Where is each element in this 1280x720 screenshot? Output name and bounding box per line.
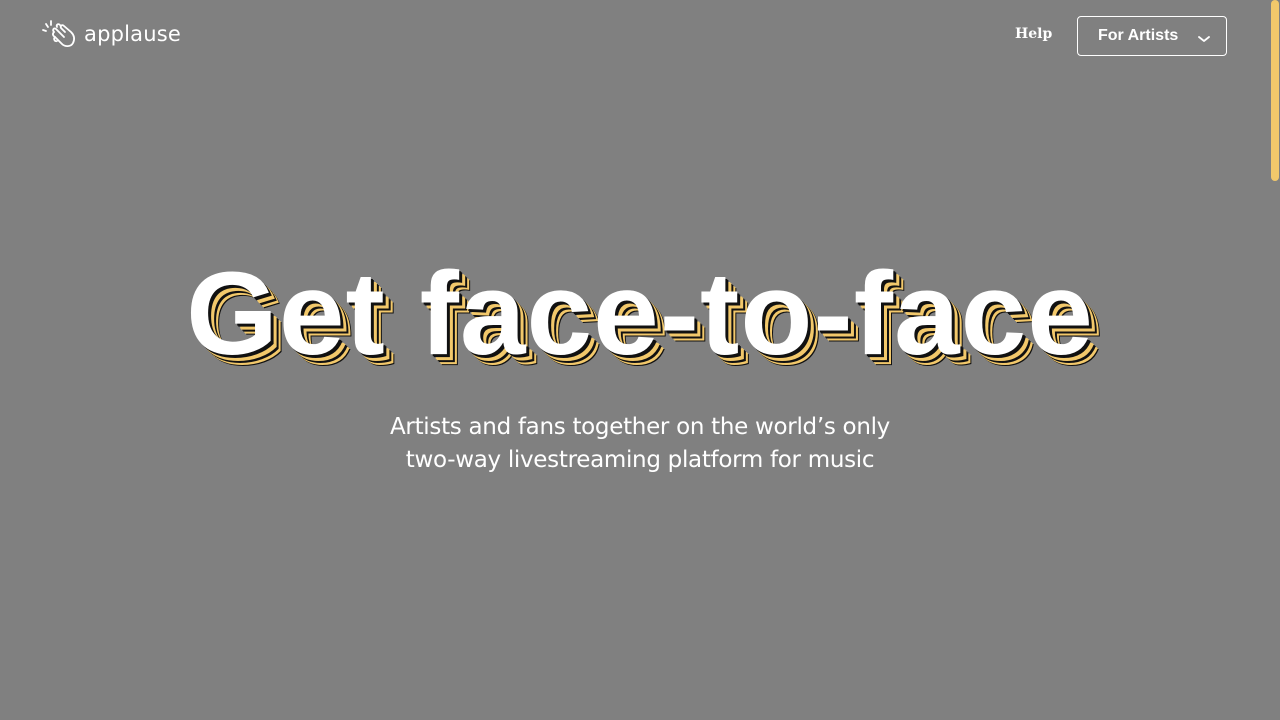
scrollbar-thumb[interactable] [1271, 0, 1279, 181]
for-artists-dropdown-button[interactable]: For Artists [1077, 16, 1227, 56]
hero-subheading: Artists and fans together on the world’s… [0, 411, 1280, 477]
hero-subheading-line-1: Artists and fans together on the world’s… [390, 414, 890, 440]
hero-headline: Get face-to-face [186, 248, 1094, 380]
clapping-hands-icon [40, 18, 78, 50]
chevron-down-icon [1198, 30, 1210, 48]
hero-subheading-line-2: two-way livestreaming platform for music [405, 447, 875, 473]
page-scrollbar[interactable] [1270, 0, 1280, 720]
applause-logo[interactable]: applause [40, 18, 181, 50]
logo-wordmark: applause [84, 21, 182, 46]
help-link[interactable]: Help [1015, 26, 1052, 42]
landing-page: applause Help For Artists Get face-to-fa… [0, 0, 1280, 720]
for-artists-label: For Artists [1098, 27, 1179, 44]
